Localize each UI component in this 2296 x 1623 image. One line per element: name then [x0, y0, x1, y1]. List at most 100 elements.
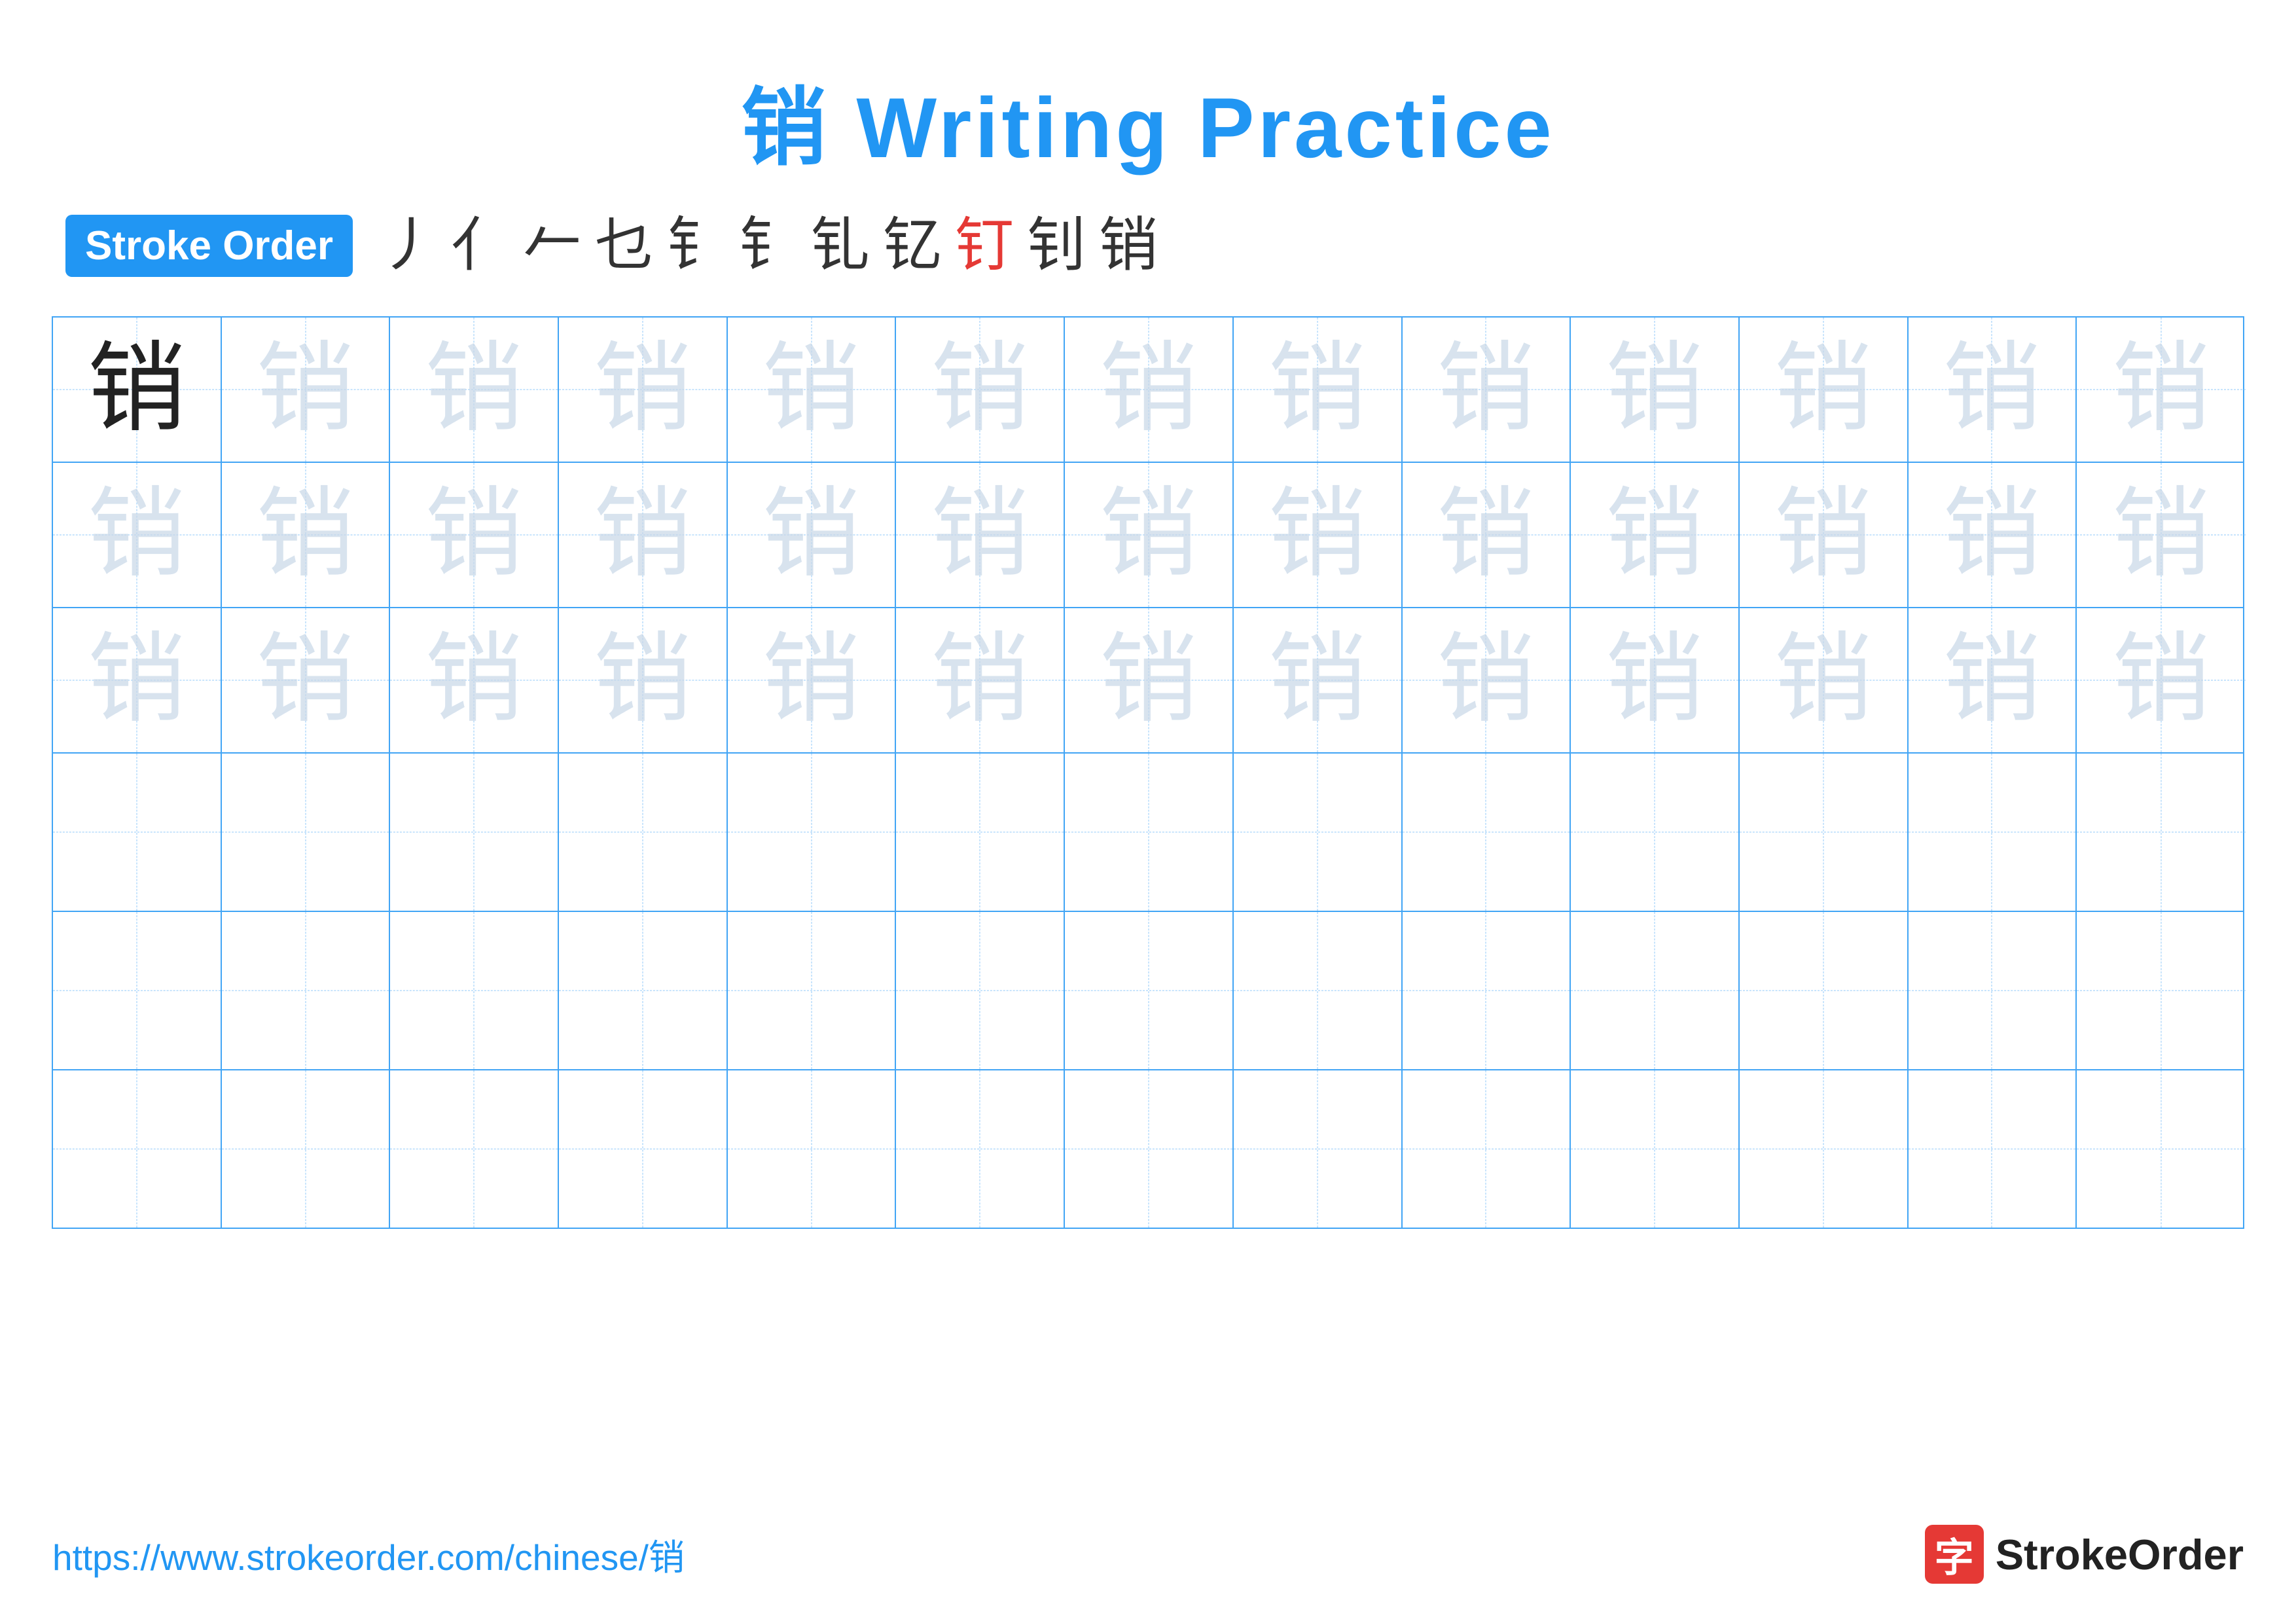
grid-cell[interactable]	[53, 754, 222, 911]
grid-cell[interactable]: 销	[2077, 318, 2246, 462]
grid-cell[interactable]	[2077, 1070, 2246, 1228]
grid-cell[interactable]: 销	[559, 608, 728, 752]
stroke-9: 钉	[955, 217, 1014, 276]
grid-cell[interactable]: 销	[390, 608, 559, 752]
grid-cell[interactable]: 销	[1909, 463, 2077, 607]
grid-cell[interactable]: 销	[1740, 318, 1909, 462]
grid-cell[interactable]: 销	[53, 608, 222, 752]
grid-cell[interactable]	[2077, 754, 2246, 911]
grid-cell[interactable]: 销	[1065, 318, 1234, 462]
stroke-1: 丿	[379, 217, 438, 276]
grid-cell[interactable]: 销	[896, 608, 1065, 752]
grid-cell[interactable]: 销	[1571, 608, 1740, 752]
stroke-5: 钅	[667, 217, 726, 276]
grid-cell[interactable]	[1571, 1070, 1740, 1228]
grid-cell[interactable]	[2077, 912, 2246, 1069]
grid-cell[interactable]	[390, 754, 559, 911]
stroke-order-row: Stroke Order 丿 亻 𠂉 乜 钅 钅 钆 钇 钉 钊 销	[52, 215, 2244, 277]
grid-cell[interactable]	[1065, 754, 1234, 911]
footer-logo-text: StrokeOrder	[1996, 1530, 2244, 1579]
grid-cell[interactable]: 销	[53, 463, 222, 607]
grid-cell[interactable]: 销	[559, 463, 728, 607]
grid-cell[interactable]	[1065, 1070, 1234, 1228]
grid-cell[interactable]: 销	[390, 463, 559, 607]
grid-cell[interactable]	[896, 754, 1065, 911]
grid-cell[interactable]	[559, 754, 728, 911]
grid-cell[interactable]	[1571, 912, 1740, 1069]
grid-cell[interactable]: 销	[2077, 463, 2246, 607]
grid-cell[interactable]	[1571, 754, 1740, 911]
grid-cell[interactable]: 销	[1740, 463, 1909, 607]
stroke-7: 钆	[811, 217, 870, 276]
stroke-10: 钊	[1027, 217, 1086, 276]
grid-cell[interactable]: 销	[728, 608, 897, 752]
footer-logo: 字 StrokeOrder	[1925, 1525, 2244, 1584]
grid-cell[interactable]: 销	[53, 318, 222, 462]
grid-cell[interactable]	[1740, 912, 1909, 1069]
grid-cell[interactable]: 销	[222, 463, 391, 607]
grid-cell[interactable]: 销	[1403, 463, 1571, 607]
grid-row-3: 销 销 销 销 销 销 销 销 销 销 销 销 销	[53, 608, 2243, 754]
grid-cell[interactable]	[559, 912, 728, 1069]
grid-cell[interactable]	[1234, 754, 1403, 911]
grid-cell[interactable]: 销	[1065, 608, 1234, 752]
grid-cell[interactable]	[390, 912, 559, 1069]
grid-cell[interactable]	[222, 754, 391, 911]
grid-cell[interactable]: 销	[1234, 608, 1403, 752]
grid-cell[interactable]: 销	[1740, 608, 1909, 752]
stroke-11: 销	[1099, 217, 1158, 276]
page-title: 销 Writing Practice	[741, 59, 1554, 182]
page: 销 Writing Practice Stroke Order 丿 亻 𠂉 乜 …	[0, 0, 2296, 1623]
grid-cell[interactable]	[1740, 1070, 1909, 1228]
grid-cell[interactable]	[1909, 912, 2077, 1069]
grid-cell[interactable]	[53, 912, 222, 1069]
grid-cell[interactable]	[559, 1070, 728, 1228]
grid-cell[interactable]: 销	[1234, 318, 1403, 462]
grid-cell[interactable]	[1065, 912, 1234, 1069]
grid-cell[interactable]: 销	[2077, 608, 2246, 752]
grid-cell[interactable]	[1403, 754, 1571, 911]
grid-cell[interactable]: 销	[1909, 608, 2077, 752]
practice-grid: 销 销 销 销 销 销 销 销 销 销 销 销 销 销 销 销 销 销 销 销 …	[52, 316, 2244, 1229]
stroke-4: 乜	[595, 217, 654, 276]
grid-cell[interactable]: 销	[728, 463, 897, 607]
grid-row-1: 销 销 销 销 销 销 销 销 销 销 销 销 销	[53, 318, 2243, 463]
grid-cell[interactable]	[896, 1070, 1065, 1228]
grid-cell[interactable]: 销	[896, 463, 1065, 607]
grid-cell[interactable]: 销	[1234, 463, 1403, 607]
grid-cell[interactable]: 销	[1065, 463, 1234, 607]
grid-cell[interactable]	[728, 1070, 897, 1228]
grid-cell[interactable]: 销	[559, 318, 728, 462]
char-dark: 销	[88, 340, 186, 439]
grid-cell[interactable]	[1909, 1070, 2077, 1228]
grid-cell[interactable]	[728, 912, 897, 1069]
grid-cell[interactable]	[896, 912, 1065, 1069]
grid-cell[interactable]: 销	[390, 318, 559, 462]
grid-cell[interactable]	[53, 1070, 222, 1228]
grid-cell[interactable]: 销	[1909, 318, 2077, 462]
grid-cell[interactable]: 销	[1571, 463, 1740, 607]
grid-cell[interactable]	[1909, 754, 2077, 911]
grid-cell[interactable]	[1234, 1070, 1403, 1228]
grid-cell[interactable]	[1403, 912, 1571, 1069]
grid-cell[interactable]: 销	[222, 608, 391, 752]
grid-cell[interactable]	[390, 1070, 559, 1228]
grid-cell[interactable]: 销	[1403, 608, 1571, 752]
grid-cell[interactable]: 销	[222, 318, 391, 462]
grid-cell[interactable]: 销	[896, 318, 1065, 462]
grid-cell[interactable]: 销	[1403, 318, 1571, 462]
grid-cell[interactable]	[1234, 912, 1403, 1069]
grid-cell[interactable]: 销	[728, 318, 897, 462]
char-light: 销	[257, 340, 355, 439]
grid-cell[interactable]: 销	[1571, 318, 1740, 462]
stroke-2: 亻	[451, 217, 510, 276]
strokeorder-logo-icon: 字	[1925, 1525, 1984, 1584]
grid-cell[interactable]	[728, 754, 897, 911]
footer: https://www.strokeorder.com/chinese/销 字 …	[52, 1525, 2244, 1584]
grid-cell[interactable]	[222, 912, 391, 1069]
grid-cell[interactable]	[1403, 1070, 1571, 1228]
grid-row-4	[53, 754, 2243, 912]
grid-cell[interactable]	[1740, 754, 1909, 911]
grid-cell[interactable]	[222, 1070, 391, 1228]
footer-url[interactable]: https://www.strokeorder.com/chinese/销	[52, 1528, 685, 1580]
